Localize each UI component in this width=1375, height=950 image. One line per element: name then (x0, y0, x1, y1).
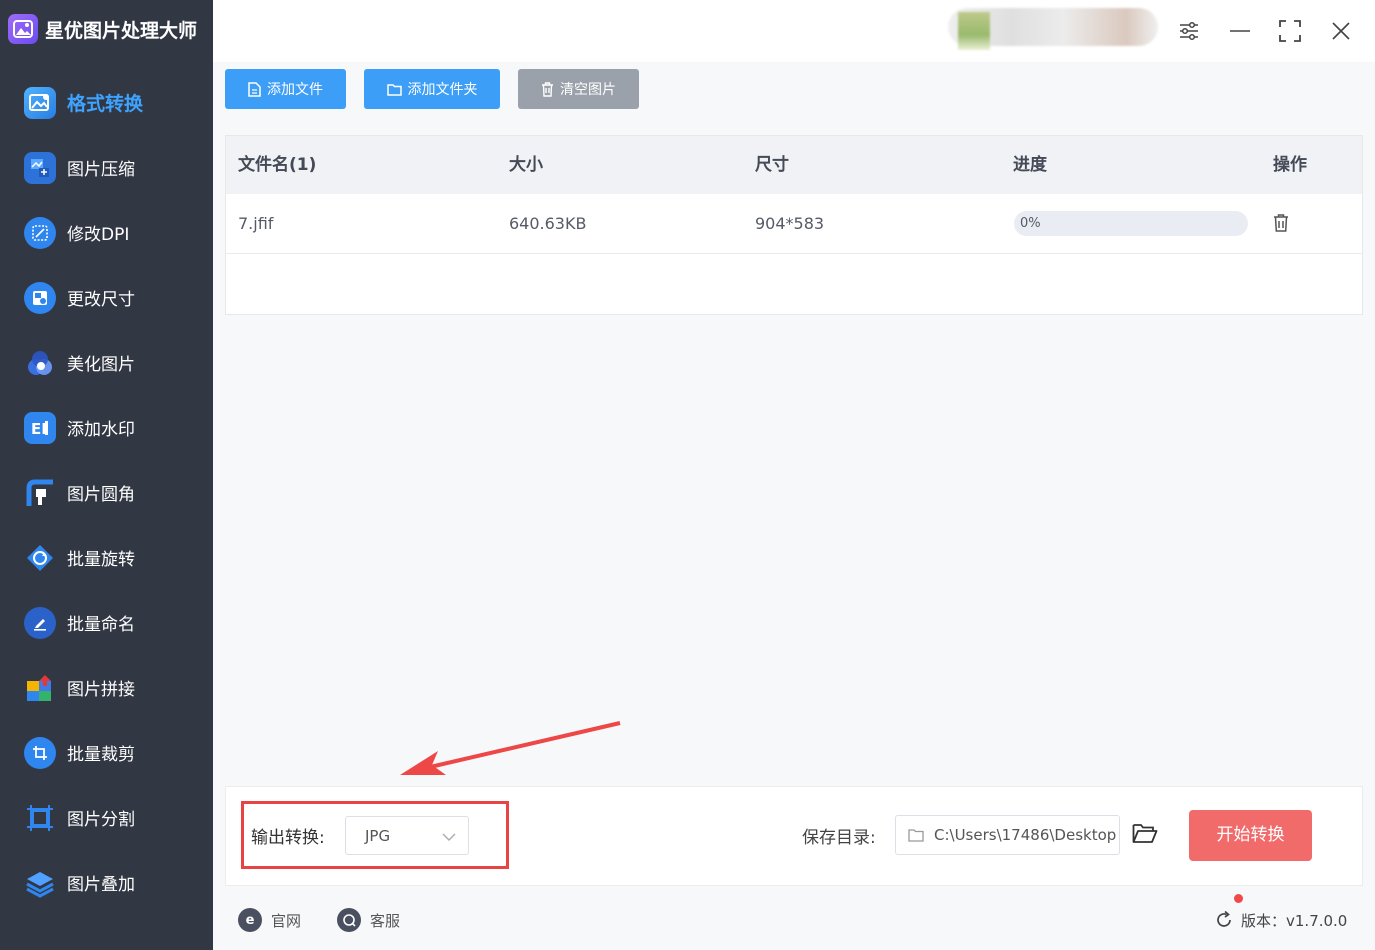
brand: 星优图片处理大师 (8, 12, 197, 46)
trash-icon (541, 81, 554, 97)
file-icon (248, 81, 261, 97)
file-size-cell: 640.63KB (509, 214, 587, 233)
sidebar-item-label: 图片圆角 (67, 485, 135, 505)
sidebar-item-label: 批量命名 (67, 615, 135, 635)
sidebar-item-dpi[interactable]: 修改DPI (0, 200, 213, 265)
column-header-progress: 进度 (1013, 155, 1047, 175)
start-convert-button[interactable]: 开始转换 (1189, 810, 1312, 861)
sidebar-item-label: 图片拼接 (67, 680, 135, 700)
sidebar-item-label: 图片分割 (67, 810, 135, 830)
clear-images-label: 清空图片 (560, 82, 616, 98)
add-folder-label: 添加文件夹 (407, 82, 478, 98)
sidebar-item-layers[interactable]: 图片叠加 (0, 850, 213, 915)
website-label: 官网 (271, 911, 302, 930)
sidebar-item-label: 格式转换 (67, 93, 144, 115)
website-link[interactable]: e 官网 (238, 906, 301, 934)
folder-icon (386, 83, 402, 96)
rename-icon (24, 606, 56, 639)
sidebar-item-rounded-corner[interactable]: 图片圆角 (0, 460, 213, 525)
rotate-icon (24, 542, 56, 574)
layers-icon (24, 867, 56, 899)
annotation-arrow-icon (400, 721, 621, 775)
folder-icon (908, 828, 924, 846)
settings-sliders-icon[interactable] (1172, 14, 1206, 48)
sidebar-item-split[interactable]: 图片分割 (0, 785, 213, 850)
image-compress-icon (24, 151, 56, 184)
file-table: 文件名(1) 大小 尺寸 进度 操作 7.jfif 640.63KB 904*5… (225, 135, 1363, 315)
svg-text:EI: EI (31, 420, 47, 438)
support-label: 客服 (370, 911, 401, 930)
delete-row-icon[interactable] (1272, 213, 1294, 235)
app-title: 星优图片处理大师 (45, 19, 198, 42)
sidebar-item-label: 修改DPI (67, 225, 130, 245)
beautify-icon (24, 347, 56, 379)
sidebar-item-label: 批量裁剪 (67, 745, 135, 765)
file-name-cell: 7.jfif (238, 214, 274, 233)
sidebar-nav: 格式转换 图片压缩 修改DPI 更改尺寸 美化图片 EI 添加水印 图片圆角 批… (0, 70, 213, 915)
split-icon (24, 802, 56, 834)
save-directory-label: 保存目录: (802, 828, 876, 848)
sidebar-item-rename[interactable]: 批量命名 (0, 590, 213, 655)
title-bar (213, 0, 1375, 62)
update-badge (1234, 894, 1243, 903)
table-header: 文件名(1) 大小 尺寸 进度 操作 (226, 136, 1362, 194)
image-convert-icon (24, 86, 56, 119)
progress-bar: 0% (1014, 211, 1248, 236)
progress-text: 0% (1020, 216, 1041, 231)
rounded-corner-icon (24, 477, 56, 509)
sidebar-item-beautify[interactable]: 美化图片 (0, 330, 213, 395)
minimize-icon[interactable] (1223, 14, 1257, 48)
app-logo-icon (8, 14, 38, 44)
resize-icon (24, 281, 56, 314)
dpi-icon (24, 216, 56, 249)
puzzle-icon (24, 672, 56, 704)
sidebar-item-format-convert[interactable]: 格式转换 (0, 70, 213, 135)
column-header-actions: 操作 (1273, 155, 1307, 175)
open-folder-icon[interactable] (1132, 822, 1158, 848)
sidebar-item-label: 批量旋转 (67, 550, 135, 570)
website-icon: e (238, 908, 262, 932)
sidebar-item-label: 图片压缩 (67, 160, 135, 180)
close-icon[interactable] (1324, 14, 1358, 48)
maximize-icon[interactable] (1273, 14, 1307, 48)
column-header-filename: 文件名(1) (238, 155, 317, 175)
sidebar-item-crop[interactable]: 批量裁剪 (0, 720, 213, 785)
column-header-size: 大小 (509, 155, 543, 175)
add-file-button[interactable]: 添加文件 (225, 69, 346, 109)
sidebar-item-label: 美化图片 (67, 355, 135, 375)
version-label: 版本：v1.7.0.0 (1241, 911, 1348, 930)
toolbar: 添加文件 添加文件夹 清空图片 (213, 62, 1375, 122)
sidebar-item-resize[interactable]: 更改尺寸 (0, 265, 213, 330)
app-window: 星优图片处理大师 格式转换 图片压缩 修改DPI 更改尺寸 美化图片 EI 添加… (0, 0, 1375, 950)
highlight-box (241, 801, 509, 869)
sidebar-item-puzzle[interactable]: 图片拼接 (0, 655, 213, 720)
version-info[interactable]: 版本：v1.7.0.0 (1214, 894, 1348, 934)
sidebar-item-label: 添加水印 (67, 420, 135, 440)
add-folder-button[interactable]: 添加文件夹 (364, 69, 500, 109)
save-path-value: C:\Users\17486\Desktop (934, 826, 1117, 844)
clear-images-button[interactable]: 清空图片 (518, 69, 639, 109)
chat-support-icon (337, 908, 361, 932)
sidebar-item-label: 图片叠加 (67, 875, 135, 895)
file-dimensions-cell: 904*583 (755, 214, 825, 233)
sidebar: 星优图片处理大师 格式转换 图片压缩 修改DPI 更改尺寸 美化图片 EI 添加… (0, 0, 213, 950)
refresh-icon (1214, 910, 1234, 930)
sidebar-item-image-compress[interactable]: 图片压缩 (0, 135, 213, 200)
column-header-dimensions: 尺寸 (755, 155, 789, 175)
save-path-input[interactable]: C:\Users\17486\Desktop (895, 815, 1120, 855)
table-row[interactable]: 7.jfif 640.63KB 904*583 0% (226, 194, 1362, 254)
crop-icon (24, 736, 56, 769)
support-link[interactable]: 客服 (337, 906, 400, 934)
sidebar-item-watermark[interactable]: EI 添加水印 (0, 395, 213, 460)
watermark-icon: EI (24, 411, 56, 444)
add-file-label: 添加文件 (267, 82, 323, 98)
sidebar-item-label: 更改尺寸 (67, 290, 135, 310)
user-account-avatar[interactable] (948, 8, 1158, 50)
sidebar-item-rotate[interactable]: 批量旋转 (0, 525, 213, 590)
